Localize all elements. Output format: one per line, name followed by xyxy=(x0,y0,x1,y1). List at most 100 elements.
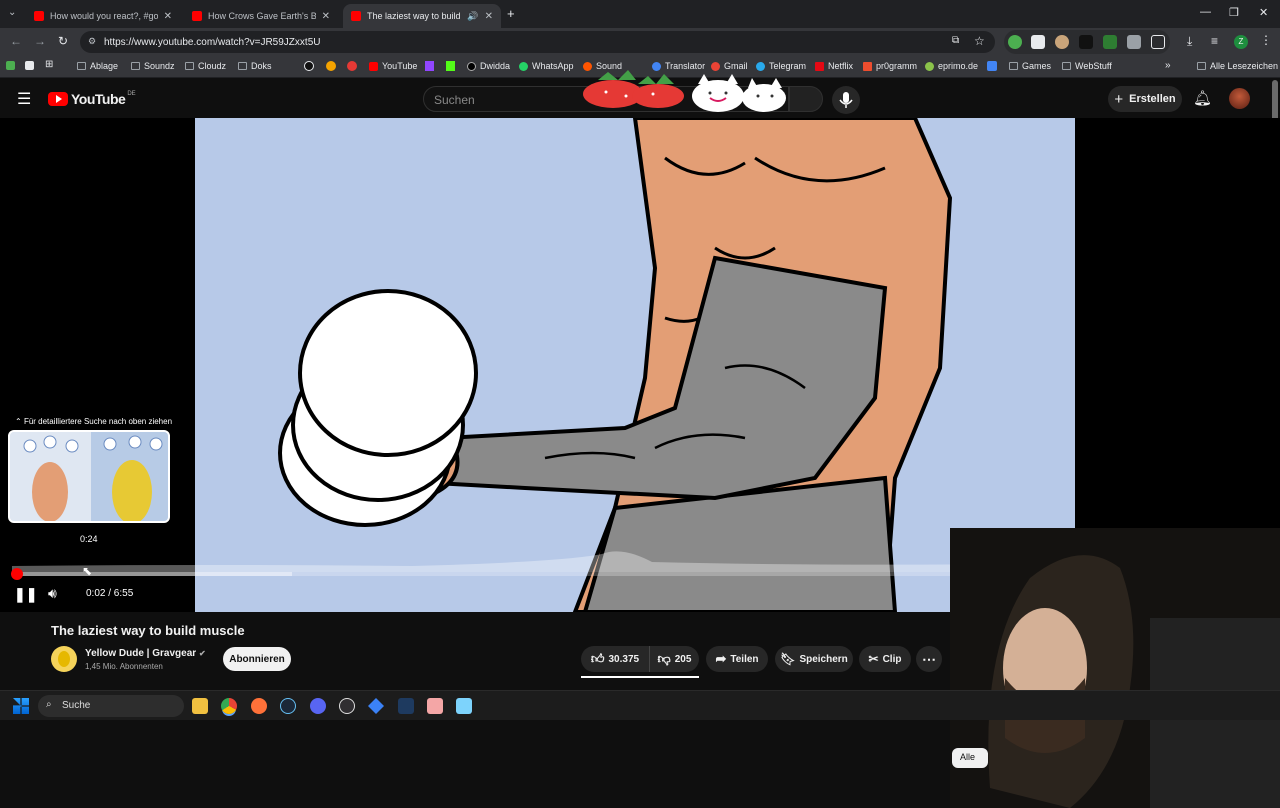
bookmark-doks[interactable]: Doks xyxy=(238,61,272,71)
bookmark-all[interactable]: Alle Lesezeichen xyxy=(1197,61,1278,71)
reading-list-icon[interactable]: ≡ xyxy=(1211,34,1218,48)
video-player[interactable]: ⌃ Für detailliertere Suche nach oben zie… xyxy=(0,118,1280,808)
bookmark-icon[interactable] xyxy=(304,61,314,71)
close-tab-icon[interactable]: ✕ xyxy=(485,11,493,22)
install-app-icon[interactable]: ⧉ xyxy=(952,35,959,46)
channel-name[interactable]: Yellow Dude | Gravgear ✔ xyxy=(85,648,206,659)
twitch-icon[interactable] xyxy=(425,61,434,71)
netflix-icon xyxy=(815,61,824,71)
file-explorer-icon[interactable] xyxy=(192,698,208,714)
bookmark-star-icon[interactable]: ☆ xyxy=(974,34,985,48)
minimize-window-icon[interactable]: — xyxy=(1200,6,1211,18)
white-cats-sticker-overlay xyxy=(688,68,790,116)
folder-icon xyxy=(185,62,194,70)
audio-app-icon[interactable] xyxy=(398,698,414,714)
extension-car-icon[interactable] xyxy=(1127,35,1141,49)
back-icon[interactable]: ← xyxy=(10,34,22,48)
reload-icon[interactable]: ↻ xyxy=(58,34,68,48)
bookmark-icon[interactable] xyxy=(347,61,357,71)
scissors-icon: ✂ xyxy=(868,652,879,666)
restore-window-icon[interactable]: ❐ xyxy=(1229,6,1239,19)
extension-cookie-icon[interactable] xyxy=(1055,35,1069,49)
close-tab-icon[interactable]: ✕ xyxy=(322,11,330,22)
bookmark-eprimo[interactable]: eprimo.de xyxy=(925,61,978,71)
create-button[interactable]: + Erstellen xyxy=(1108,86,1182,112)
pause-button[interactable]: ❚❚ xyxy=(14,586,37,603)
close-window-icon[interactable]: ✕ xyxy=(1259,6,1268,19)
forward-icon[interactable]: → xyxy=(34,34,46,48)
bookmark-pr0gramm[interactable]: pr0gramm xyxy=(863,61,917,71)
firefox-icon[interactable] xyxy=(251,698,267,714)
address-bar[interactable]: ⚙ https://www.youtube.com/watch?v=JR59JZ… xyxy=(80,31,995,53)
account-avatar[interactable] xyxy=(1229,88,1250,109)
downloads-icon[interactable]: ⤓ xyxy=(1187,34,1192,49)
extension-s-icon[interactable] xyxy=(1103,35,1117,49)
taskbar-search[interactable]: ⌕ Suche xyxy=(38,695,184,717)
bookmark-soundz[interactable]: Soundz xyxy=(131,61,175,71)
site-info-icon[interactable]: ⚙ xyxy=(88,36,96,47)
notifications-bell-icon[interactable]: 🔔︎ xyxy=(1193,89,1212,107)
search-button[interactable] xyxy=(789,86,823,112)
tab-1[interactable]: How would you react?, #gothg ✕ xyxy=(26,4,180,28)
hamburger-menu-icon[interactable]: ☰ xyxy=(17,89,31,109)
steam-icon[interactable] xyxy=(280,698,296,714)
obs-icon[interactable] xyxy=(339,698,355,714)
dislike-button[interactable]: 👎︎ 205 xyxy=(649,646,699,672)
tab-search-icon[interactable]: ⌄ xyxy=(8,7,16,18)
voice-search-button[interactable] xyxy=(832,86,860,114)
youtube-logo[interactable]: YouTube DE xyxy=(48,91,136,107)
extension-shield-icon[interactable] xyxy=(1008,35,1022,49)
bookmark-ablage[interactable]: Ablage xyxy=(77,61,118,71)
kick-icon[interactable] xyxy=(446,61,455,71)
like-count: 30.375 xyxy=(608,653,640,665)
new-tab-button[interactable]: + xyxy=(507,6,515,21)
youtube-wordmark: YouTube xyxy=(71,91,126,107)
thumbnail-image xyxy=(10,432,168,521)
more-bookmarks-icon[interactable]: » xyxy=(1165,60,1171,71)
folder-icon xyxy=(1062,62,1071,70)
bookmark-youtube[interactable]: YouTube xyxy=(369,61,417,71)
windows-start-icon[interactable] xyxy=(13,698,29,714)
paint-icon[interactable] xyxy=(427,698,443,714)
save-button[interactable]: 🔖︎ Speichern xyxy=(775,646,853,672)
bookmark-app-icon[interactable] xyxy=(6,61,15,70)
bookmark-apps-grid-icon[interactable]: ⊞ xyxy=(45,59,53,70)
bookmark-icon: 🔖︎ xyxy=(780,652,796,666)
tab-title: How Crows Gave Earth's Bigger xyxy=(208,11,316,21)
whatsapp-icon xyxy=(519,61,528,71)
discord-icon[interactable] xyxy=(310,698,326,714)
extensions-puzzle-icon[interactable] xyxy=(1151,35,1165,49)
x-icon xyxy=(467,61,476,71)
bookmark-app-icon[interactable] xyxy=(25,61,34,70)
bookmark-webstuff[interactable]: WebStuff xyxy=(1062,61,1112,71)
profile-avatar-icon[interactable]: Z xyxy=(1234,35,1248,49)
chrome-menu-icon[interactable]: ⋮ xyxy=(1260,33,1272,47)
share-button[interactable]: ➦ Teilen xyxy=(706,646,768,672)
folder-icon xyxy=(77,62,86,70)
tab-2[interactable]: How Crows Gave Earth's Bigger ✕ xyxy=(184,4,338,28)
bookmark-icon[interactable] xyxy=(326,61,336,71)
like-button[interactable]: 👍︎ 30.375 xyxy=(581,646,649,672)
audio-playing-icon[interactable]: 🔊 xyxy=(467,11,478,22)
extension-translate-icon[interactable] xyxy=(1031,35,1045,49)
bookmark-icon[interactable] xyxy=(987,61,997,71)
chrome-icon[interactable] xyxy=(221,698,237,714)
channel-avatar[interactable] xyxy=(51,646,77,672)
scrubber-handle[interactable] xyxy=(11,568,23,580)
bookmark-dwidda[interactable]: Dwidda xyxy=(467,61,510,71)
extension-dark-icon[interactable] xyxy=(1079,35,1093,49)
subscribe-button[interactable]: Abonnieren xyxy=(223,647,291,671)
volume-icon[interactable]: 🔊︎ xyxy=(48,585,57,602)
more-actions-button[interactable]: ⋯ xyxy=(916,646,942,672)
notepad-icon[interactable] xyxy=(456,698,472,714)
progress-bar[interactable] xyxy=(12,572,1012,576)
bookmark-netflix[interactable]: Netflix xyxy=(815,61,853,71)
clip-button[interactable]: ✂ Clip xyxy=(859,646,911,672)
tab-3-active[interactable]: The laziest way to build mu 🔊 ✕ xyxy=(343,4,501,28)
bookmark-cloudz[interactable]: Cloudz xyxy=(185,61,226,71)
app-icon[interactable] xyxy=(368,698,384,714)
bookmark-whatsapp[interactable]: WhatsApp xyxy=(519,61,574,71)
filter-chip-all[interactable]: Alle xyxy=(952,748,988,768)
close-tab-icon[interactable]: ✕ xyxy=(164,11,172,22)
bookmark-games[interactable]: Games xyxy=(1009,61,1051,71)
